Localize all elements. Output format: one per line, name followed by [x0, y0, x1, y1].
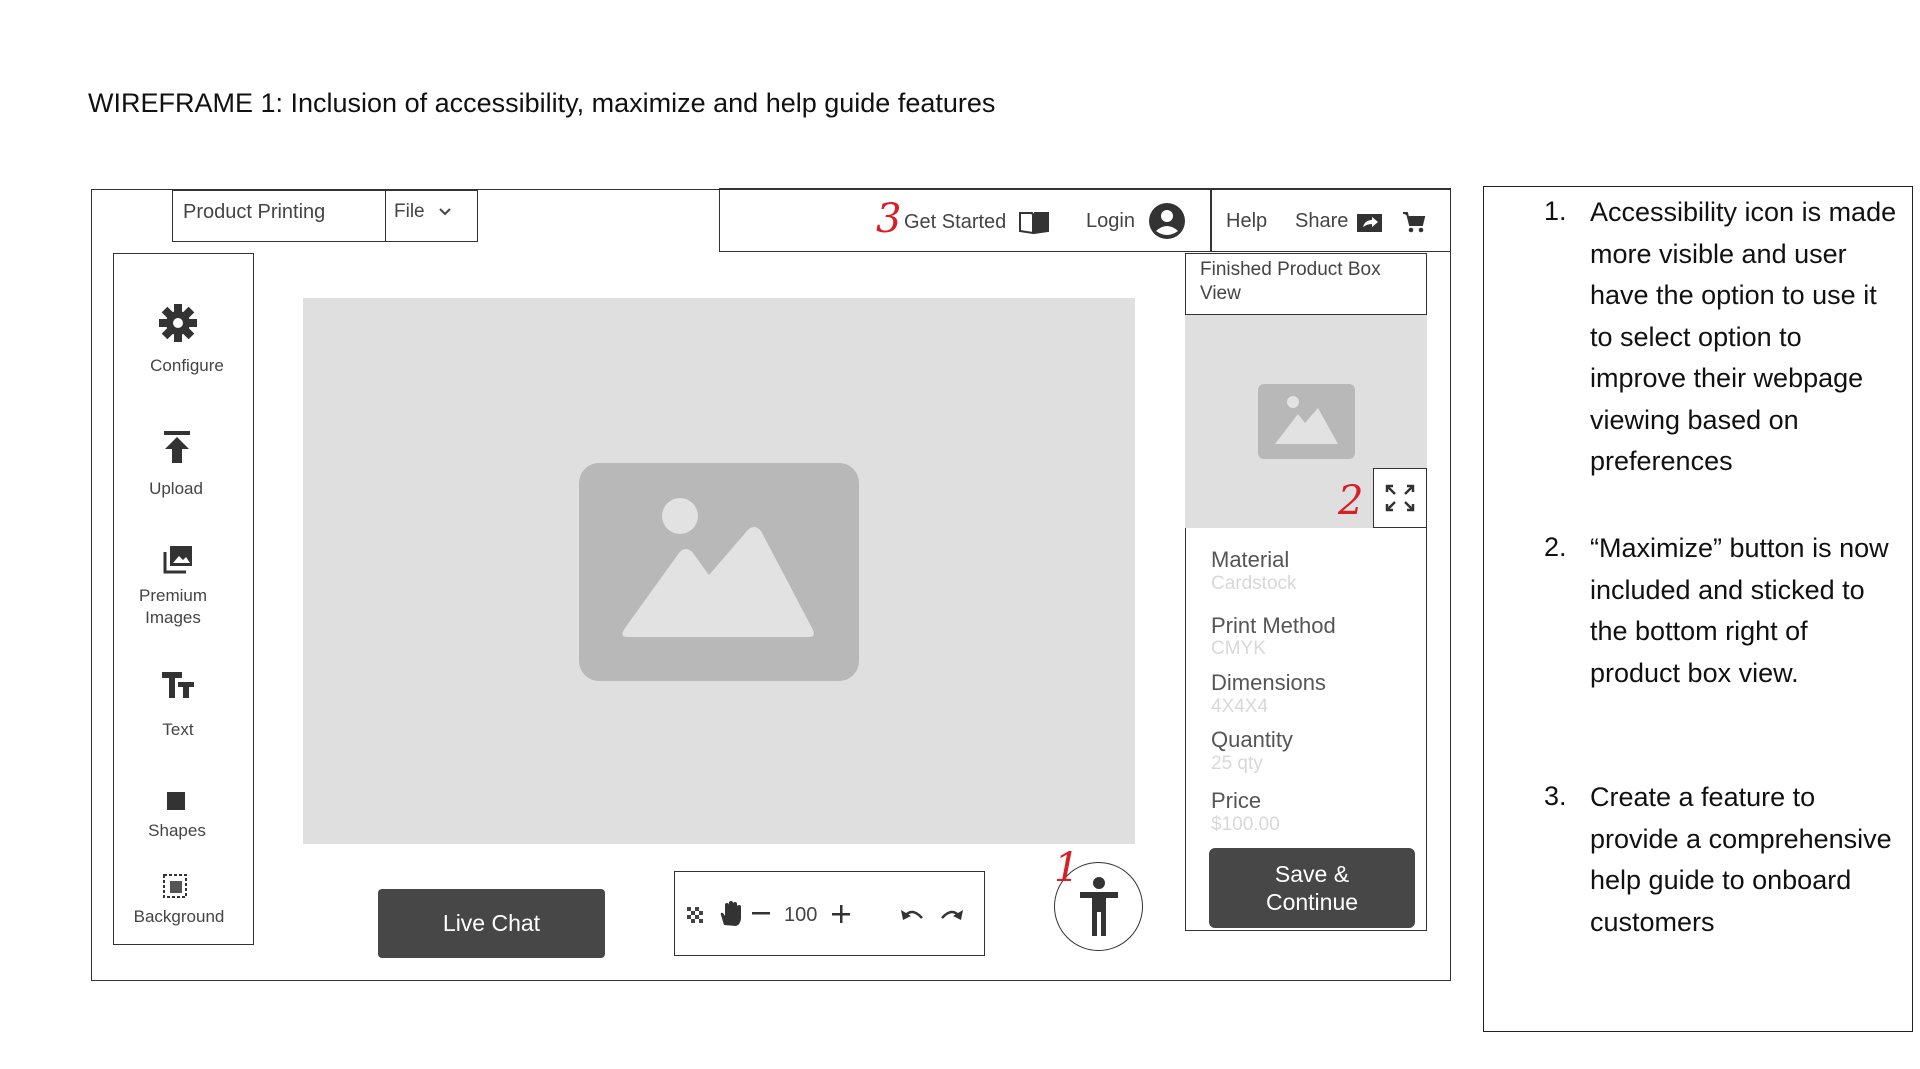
- note-3-number: 3.: [1544, 781, 1567, 811]
- note-1-text: Accessibility icon is made more visible …: [1590, 197, 1897, 476]
- maximize-button[interactable]: [1373, 468, 1427, 528]
- text-icon[interactable]: [160, 670, 196, 700]
- spec-dimensions-value: 4X4X4: [1211, 696, 1269, 717]
- spec-dimensions-label: Dimensions: [1211, 670, 1326, 695]
- shape-icon[interactable]: [166, 791, 186, 811]
- zoom-level: 100: [784, 904, 818, 926]
- background-icon[interactable]: [162, 873, 190, 901]
- spec-price-label: Price: [1211, 788, 1262, 813]
- spec-print-method-label: Print Method: [1211, 613, 1336, 638]
- product-printing-label: Product Printing: [172, 190, 386, 242]
- spec-quantity-label: Quantity: [1211, 727, 1293, 752]
- annotation-marker-3: 3: [876, 196, 902, 242]
- maximize-icon: [1385, 484, 1415, 512]
- hand-icon[interactable]: [719, 901, 741, 927]
- product-panel-title: Finished Product Box View: [1185, 253, 1427, 315]
- checkerboard-icon[interactable]: [687, 907, 703, 923]
- save-continue-button[interactable]: Save & Continue: [1209, 848, 1415, 928]
- spec-quantity-value: 25 qty: [1211, 753, 1263, 774]
- sidebar-item-upload[interactable]: Upload: [116, 478, 236, 500]
- zoom-in-icon[interactable]: [832, 905, 850, 923]
- user-avatar-icon[interactable]: [1148, 202, 1186, 240]
- spec-print-method-value: CMYK: [1211, 638, 1266, 659]
- note-2-number: 2.: [1544, 532, 1567, 562]
- top-bar-divider: [1210, 188, 1212, 252]
- note-1-number: 1.: [1544, 196, 1567, 226]
- undo-icon[interactable]: [900, 906, 924, 922]
- accessibility-icon: [1080, 877, 1118, 936]
- login-label: Login: [1086, 210, 1135, 232]
- cart-icon[interactable]: [1401, 210, 1427, 234]
- note-3-text: Create a feature to provide a comprehens…: [1590, 782, 1892, 937]
- upload-icon[interactable]: [162, 430, 192, 464]
- zoom-out-icon[interactable]: [752, 912, 770, 916]
- spec-price-value: $100.00: [1211, 814, 1280, 835]
- gear-icon[interactable]: [158, 303, 198, 343]
- sidebar-item-premium-images[interactable]: Premium Images: [113, 585, 233, 629]
- chevron-down-icon: [439, 208, 451, 216]
- live-chat-label: Live Chat: [442, 910, 541, 936]
- help-label: Help: [1226, 210, 1268, 232]
- book-icon: [1019, 212, 1049, 235]
- help-link[interactable]: Help: [1226, 210, 1267, 233]
- share-icon: [1357, 214, 1382, 232]
- product-image-placeholder-icon: [1258, 384, 1355, 459]
- sidebar-item-background[interactable]: Background: [119, 906, 239, 928]
- share-label: Share: [1295, 210, 1349, 232]
- spec-material-value: Cardstock: [1211, 573, 1297, 594]
- annotation-marker-1: 1: [1054, 845, 1080, 891]
- file-menu[interactable]: File: [386, 190, 478, 242]
- get-started-label: Get Started: [904, 211, 1007, 233]
- redo-icon[interactable]: [940, 906, 964, 922]
- login-link[interactable]: Login: [1086, 210, 1135, 233]
- images-icon[interactable]: [163, 545, 193, 575]
- file-menu-label: File: [394, 201, 425, 222]
- image-placeholder-icon: [579, 463, 859, 681]
- share-button[interactable]: Share: [1295, 210, 1348, 233]
- annotation-marker-2: 2: [1338, 478, 1364, 524]
- save-continue-label: Save & Continue: [1265, 861, 1359, 915]
- sidebar-item-text[interactable]: Text: [118, 719, 238, 741]
- get-started-link[interactable]: Get Started: [904, 211, 1006, 234]
- spec-material-label: Material: [1211, 547, 1290, 572]
- sidebar-item-configure[interactable]: Configure: [127, 355, 247, 377]
- page-title: WIREFRAME 1: Inclusion of accessibility,…: [88, 88, 996, 118]
- note-2-text: “Maximize” button is now included and st…: [1590, 533, 1889, 688]
- live-chat-button[interactable]: Live Chat: [378, 889, 605, 958]
- sidebar-item-shapes[interactable]: Shapes: [117, 820, 237, 842]
